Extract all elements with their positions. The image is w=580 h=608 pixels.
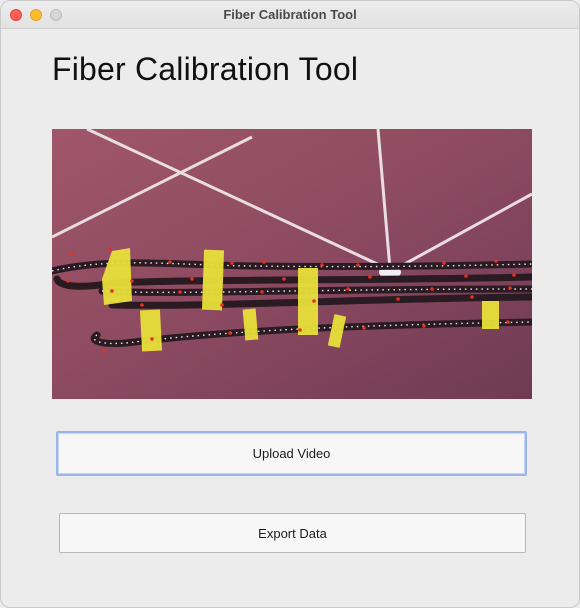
video-frame-image xyxy=(52,129,532,399)
window-title: Fiber Calibration Tool xyxy=(223,7,357,22)
export-data-button[interactable]: Export Data xyxy=(59,513,526,553)
app-window: Fiber Calibration Tool Fiber Calibration… xyxy=(0,0,580,608)
upload-video-button[interactable]: Upload Video xyxy=(56,431,527,476)
video-preview xyxy=(52,129,532,399)
title-bar: Fiber Calibration Tool xyxy=(1,1,579,29)
page-title: Fiber Calibration Tool xyxy=(52,51,359,87)
